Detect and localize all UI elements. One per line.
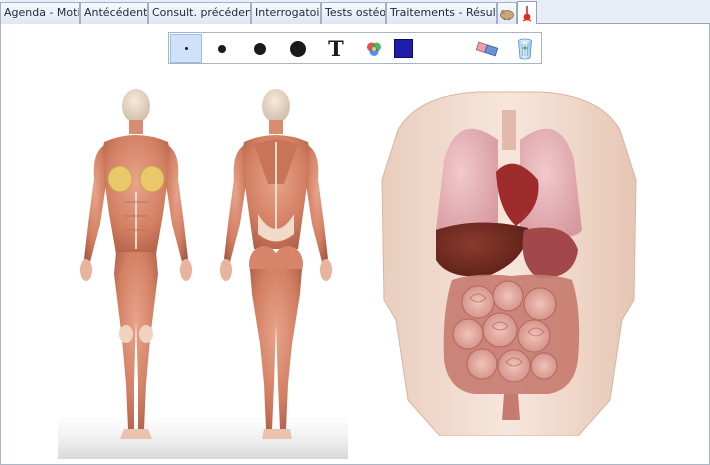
back-figure [220,89,332,439]
text-tool-button[interactable]: T [320,34,352,63]
tab-bar: Agenda - Motif Antécédents Consult. préc… [0,0,710,25]
pen-size-large-button[interactable] [282,34,314,63]
tab-tests-osteo[interactable]: Tests ostéo. [321,2,386,24]
current-color-button[interactable] [387,34,419,63]
eraser-button[interactable] [471,34,503,63]
dot-large-icon [290,40,306,57]
small-intestine [452,280,558,383]
body-drawing-icon [500,9,514,20]
app-window: Agenda - Motif Antécédents Consult. préc… [0,0,710,465]
tab-interrogatoire[interactable]: Interrogatoire [251,2,321,24]
pin-tool-icon [522,5,532,21]
pen-size-small-button[interactable] [206,34,238,63]
tab-body-drawing[interactable] [497,2,517,24]
dot-tiny-icon [184,47,188,50]
muscle-anatomy-figures[interactable] [58,84,348,459]
rectum [502,394,520,420]
pen-size-tiny-button[interactable] [170,34,202,63]
tab-consult-precedente[interactable]: Consult. précédente [148,2,251,24]
tab-traitements-resultat[interactable]: Traitements - Résultat [386,2,497,24]
eraser-icon [475,41,499,56]
color-palette-icon [367,42,381,56]
color-picker-button[interactable] [358,34,390,63]
dot-medium-icon [254,42,266,55]
drawing-toolbar: T [168,32,542,64]
front-figure [80,89,192,439]
trash-button[interactable] [509,34,541,63]
pen-size-medium-button[interactable] [244,34,276,63]
trash-icon [518,38,532,59]
tab-pin-tool[interactable] [517,1,537,25]
text-tool-icon: T [328,36,344,61]
internal-organs-figure[interactable] [378,90,640,436]
trachea [502,110,516,150]
current-color-swatch [393,39,413,58]
tab-agenda-motif[interactable]: Agenda - Motif [0,2,80,24]
tab-antecedents[interactable]: Antécédents [80,2,148,24]
dot-small-icon [218,44,226,53]
floor-shadow [58,414,348,459]
